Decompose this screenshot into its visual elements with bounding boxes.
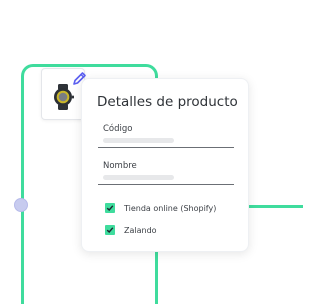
code-field[interactable] (103, 138, 174, 143)
shopify-label: Tienda online (Shopify) (124, 203, 217, 213)
channel-zalando[interactable]: Zalando (105, 224, 157, 236)
name-label: Nombre (103, 161, 137, 171)
connector-node (14, 198, 28, 212)
zalando-checkbox[interactable] (105, 225, 115, 235)
channel-shopify[interactable]: Tienda online (Shopify) (105, 202, 216, 214)
code-field-underline (98, 147, 234, 148)
card-title: Detalles de producto (97, 94, 238, 110)
checkmark-icon (106, 227, 114, 234)
name-field[interactable] (103, 175, 174, 180)
product-details-card: Detalles de producto Código Nombre Tiend… (81, 78, 249, 252)
name-field-underline (98, 184, 234, 185)
zalando-label: Zalando (124, 225, 157, 235)
code-label: Código (103, 124, 133, 134)
watch-icon (54, 84, 74, 110)
shopify-checkbox[interactable] (105, 203, 115, 213)
checkmark-icon (106, 205, 114, 212)
